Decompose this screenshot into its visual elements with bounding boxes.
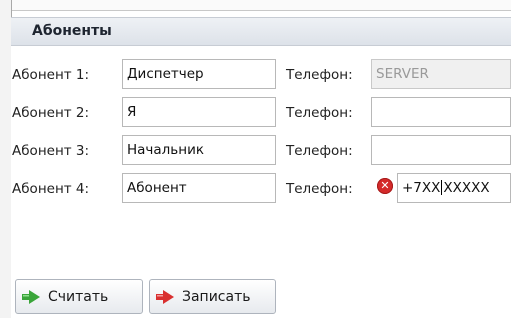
read-button[interactable]: Считать — [15, 279, 143, 314]
phone-3-input[interactable] — [371, 135, 511, 165]
subscriber-4-label: Абонент 4: — [12, 181, 90, 197]
subscriber-2-name-input[interactable]: Я — [122, 97, 276, 127]
phone-2-input[interactable] — [371, 97, 511, 127]
phone-4-text-after-caret: XXXXX — [443, 180, 490, 196]
write-button[interactable]: Записать — [149, 279, 276, 314]
subscribers-panel: Абоненты Абонент 1: Диспетчер Телефон: S… — [11, 17, 511, 318]
phone-4-label: Телефон: — [286, 181, 353, 197]
phone-4-input[interactable]: +7XX XXXXX — [397, 173, 511, 203]
phone-1-label: Телефон: — [286, 67, 353, 83]
phone-4-text-before-caret: +7XX — [402, 180, 441, 196]
error-x-icon: ✕ — [377, 178, 393, 194]
window-top-edge — [0, 0, 511, 11]
panel-title: Абоненты — [32, 23, 112, 39]
arrow-right-green-icon — [22, 289, 40, 304]
write-button-label: Записать — [182, 288, 251, 305]
phone-2-label: Телефон: — [286, 105, 353, 121]
subscriber-1-label: Абонент 1: — [12, 67, 90, 83]
subscriber-4-name-input[interactable]: Абонент — [122, 173, 276, 203]
panel-header: Абоненты — [11, 17, 511, 46]
subscriber-1-name-input[interactable]: Диспетчер — [122, 59, 276, 89]
phone-1-input: SERVER — [371, 59, 511, 89]
subscriber-3-label: Абонент 3: — [12, 143, 90, 159]
arrow-right-red-icon — [156, 289, 174, 304]
read-button-label: Считать — [48, 288, 109, 305]
subscriber-2-label: Абонент 2: — [12, 105, 90, 121]
subscriber-3-name-input[interactable]: Начальник — [122, 135, 276, 165]
phone-3-label: Телефон: — [286, 143, 353, 159]
